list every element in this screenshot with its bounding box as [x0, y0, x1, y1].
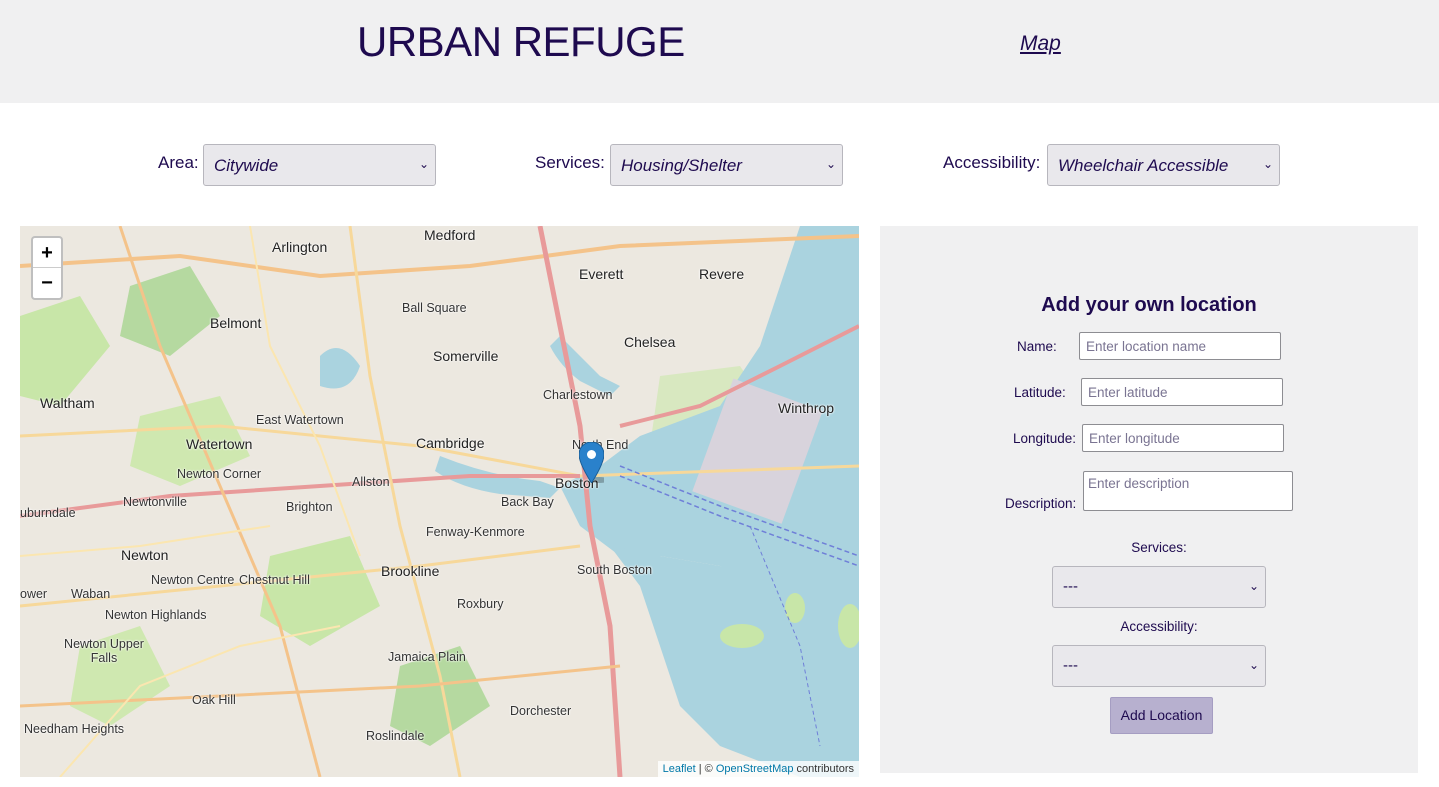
map-place-label: Medford — [424, 227, 476, 243]
map-place-label: Oak Hill — [192, 693, 236, 707]
map-attribution: Leaflet | © OpenStreetMap contributors — [657, 761, 859, 777]
map-place-label: Newton Highlands — [105, 608, 207, 622]
map-place-label: Newton — [121, 547, 169, 563]
area-filter-label: Area: — [158, 153, 199, 172]
services-select-value: Housing/Shelter — [621, 156, 742, 175]
name-label: Name: — [1017, 339, 1057, 354]
form-accessibility-value: --- — [1063, 657, 1078, 674]
services-filter-label: Services: — [535, 153, 605, 172]
add-location-button[interactable]: Add Location — [1110, 697, 1213, 734]
map-place-label: uburndale — [20, 506, 76, 520]
name-input[interactable]: Enter location name — [1079, 332, 1281, 360]
chevron-down-icon: ⌄ — [1248, 579, 1259, 593]
accessibility-filter-label: Accessibility: — [943, 153, 1041, 172]
map-place-label: Roslindale — [366, 729, 425, 743]
map-place-label: Needham Heights — [24, 722, 125, 736]
accessibility-label: Accessibility: — [1120, 619, 1198, 634]
map-place-label: Watertown — [186, 436, 253, 452]
zoom-control: + − — [31, 236, 63, 300]
chevron-down-icon: ⌄ — [1262, 157, 1273, 171]
form-services-value: --- — [1063, 578, 1078, 595]
longitude-input[interactable]: Enter longitude — [1082, 424, 1284, 452]
longitude-label: Longitude: — [1013, 431, 1077, 446]
chevron-down-icon: ⌄ — [825, 157, 836, 171]
services-label: Services: — [1131, 540, 1187, 555]
zoom-out-button[interactable]: − — [33, 268, 61, 298]
form-accessibility-select[interactable]: --- ⌄ — [1052, 645, 1266, 687]
map-place-label: Arlington — [272, 239, 328, 255]
map-view[interactable]: Medford Arlington Everett Revere Belmont… — [20, 226, 859, 777]
map-place-label: Chelsea — [624, 334, 676, 350]
latitude-input[interactable]: Enter latitude — [1081, 378, 1283, 406]
map-place-label: Roxbury — [457, 597, 504, 611]
map-place-label: Chestnut Hill — [239, 573, 310, 587]
map-place-label: Everett — [579, 266, 624, 282]
leaflet-link[interactable]: Leaflet — [663, 763, 696, 775]
brand-title: URBAN REFUGE — [357, 18, 685, 65]
map-place-label: Jamaica Plain — [388, 650, 466, 664]
openstreetmap-link[interactable]: OpenStreetMap — [716, 763, 794, 775]
accessibility-select-value: Wheelchair Accessible — [1058, 156, 1229, 175]
map-place-label: East Watertown — [256, 413, 344, 427]
nav-link-map[interactable]: Map — [1020, 32, 1061, 56]
chevron-down-icon: ⌄ — [418, 157, 429, 171]
map-place-label: Newtonville — [123, 495, 187, 509]
form-services-select[interactable]: --- ⌄ — [1052, 566, 1266, 608]
map-place-label: Belmont — [210, 315, 262, 331]
map-place-label: Fenway-Kenmore — [426, 525, 525, 539]
description-label: Description: — [1005, 496, 1077, 511]
map-place-label: Brookline — [381, 563, 440, 579]
map-place-label: Newton Upper Falls — [64, 637, 144, 665]
map-place-label: Ball Square — [402, 301, 467, 315]
map-place-label: Back Bay — [501, 495, 554, 509]
attribution-separator: | © — [695, 763, 716, 775]
accessibility-select[interactable]: Wheelchair Accessible ⌄ — [1047, 144, 1280, 186]
area-select-value: Citywide — [214, 156, 279, 175]
map-place-label: Somerville — [433, 348, 499, 364]
map-place-label: Revere — [699, 266, 745, 282]
site-header: URBAN REFUGE Map — [0, 0, 1439, 103]
description-textarea[interactable]: Enter description — [1083, 471, 1293, 511]
area-select[interactable]: Citywide ⌄ — [203, 144, 436, 186]
map-place-label: Waban — [71, 587, 111, 601]
map-place-label: ower — [20, 587, 48, 601]
map-place-label: Winthrop — [778, 400, 835, 416]
zoom-in-button[interactable]: + — [33, 238, 61, 268]
map-place-label: Cambridge — [416, 435, 485, 451]
attribution-suffix: contributors — [793, 763, 854, 775]
add-location-title: Add your own location — [1041, 294, 1257, 316]
map-place-label: Newton Centre — [151, 573, 235, 587]
map-place-label: Brighton — [286, 500, 333, 514]
services-select[interactable]: Housing/Shelter ⌄ — [610, 144, 843, 186]
latitude-label: Latitude: — [1014, 385, 1066, 400]
map-place-label: Waltham — [40, 395, 95, 411]
map-place-label: Allston — [352, 475, 390, 489]
map-place-label: Dorchester — [510, 704, 572, 718]
add-location-panel: Add your own location Name: Enter locati… — [880, 226, 1418, 773]
map-place-label: Charlestown — [543, 388, 613, 402]
map-place-label: Newton Corner — [177, 467, 262, 481]
map-place-label: South Boston — [577, 563, 653, 577]
chevron-down-icon: ⌄ — [1248, 658, 1259, 672]
